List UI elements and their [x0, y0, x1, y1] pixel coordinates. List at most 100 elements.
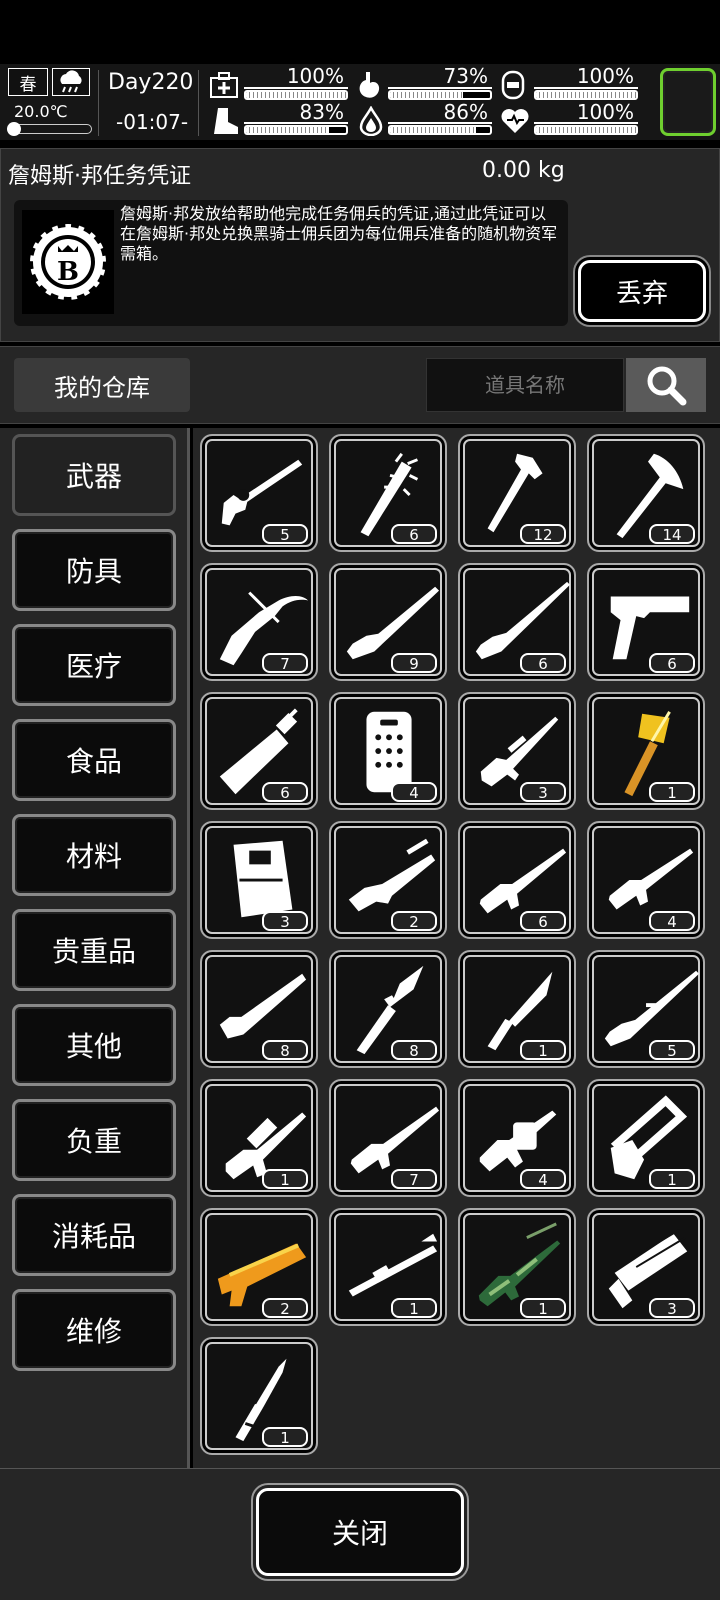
inventory-slot[interactable]: 1 — [587, 1079, 705, 1197]
search-button[interactable] — [626, 358, 706, 412]
inventory-slot[interactable]: 1 — [587, 692, 705, 810]
inventory-slot[interactable]: 6 — [458, 821, 576, 939]
stat-fill — [536, 92, 636, 98]
stat-fill — [390, 127, 476, 133]
item-count-badge: 4 — [649, 911, 695, 931]
category-tab[interactable]: 医疗 — [12, 624, 176, 706]
item-description: 詹姆斯·邦发放给帮助他完成任务佣兵的凭证,通过此凭证可以在詹姆斯·邦处兑换黑骑士… — [120, 204, 558, 263]
inventory-slot[interactable]: 3 — [458, 692, 576, 810]
category-tab[interactable]: 防具 — [12, 529, 176, 611]
item-count-badge: 3 — [520, 782, 566, 802]
item-count-badge: 5 — [649, 1040, 695, 1060]
inventory-slot[interactable]: 1 — [458, 1208, 576, 1326]
item-count-badge: 2 — [262, 1298, 308, 1318]
category-tab[interactable]: 维修 — [12, 1289, 176, 1371]
bladder-bar — [534, 90, 638, 100]
category-tab[interactable]: 消耗品 — [12, 1194, 176, 1276]
category-tab[interactable]: 材料 — [12, 814, 176, 896]
hunger-percent: 73% — [443, 64, 488, 88]
item-count-badge: 3 — [262, 911, 308, 931]
item-count-badge: 1 — [649, 1169, 695, 1189]
inventory-slot[interactable]: 14 — [587, 434, 705, 552]
item-count-badge: 12 — [520, 524, 566, 544]
category-tab[interactable]: 贵重品 — [12, 909, 176, 991]
item-count-badge: 1 — [520, 1040, 566, 1060]
item-count-badge: 1 — [391, 1298, 437, 1318]
item-count-badge: 8 — [391, 1040, 437, 1060]
inventory-slot[interactable]: 3 — [587, 1208, 705, 1326]
health-percent: 100% — [286, 64, 344, 88]
bladder-icon — [500, 70, 525, 100]
item-count-badge: 3 — [649, 1298, 695, 1318]
stamina-bar — [244, 125, 348, 135]
item-count-badge: 7 — [391, 1169, 437, 1189]
category-tab[interactable]: 武器 — [12, 434, 176, 516]
inventory-slot[interactable]: 7 — [329, 1079, 447, 1197]
token-letter: B — [57, 257, 79, 287]
category-tab[interactable]: 食品 — [12, 719, 176, 801]
item-count-badge: 9 — [391, 653, 437, 673]
inventory-slot[interactable]: 6 — [587, 563, 705, 681]
weather-rain-icon — [52, 68, 90, 96]
season-label: 春 — [19, 74, 37, 95]
item-count-badge: 6 — [262, 782, 308, 802]
inventory-slot[interactable]: 4 — [587, 821, 705, 939]
medkit-icon — [210, 72, 238, 98]
thirst-percent: 86% — [443, 100, 488, 124]
warehouse-tab[interactable]: 我的仓库 — [14, 358, 190, 412]
item-count-badge: 1 — [649, 782, 695, 802]
inventory-slot[interactable]: 1 — [200, 1079, 318, 1197]
mood-percent: 100% — [576, 100, 634, 124]
item-name: 詹姆斯·邦任务凭证 — [8, 164, 191, 189]
item-count-badge: 6 — [520, 911, 566, 931]
item-weight: 0.00 kg — [482, 158, 565, 183]
inventory-slot[interactable]: 5 — [587, 950, 705, 1068]
inventory-slot[interactable]: 8 — [329, 950, 447, 1068]
inventory-slot[interactable]: 6 — [200, 692, 318, 810]
stat-fill — [536, 127, 636, 133]
inventory-slot[interactable]: 2 — [329, 821, 447, 939]
mood-bar — [534, 125, 638, 135]
item-count-badge: 4 — [391, 782, 437, 802]
inventory-slot[interactable]: 1 — [200, 1337, 318, 1455]
close-button[interactable]: 关闭 — [256, 1488, 464, 1576]
thirst-bar — [388, 125, 492, 135]
heart-icon — [500, 108, 529, 133]
item-count-badge: 4 — [520, 1169, 566, 1189]
temperature-gauge — [7, 122, 92, 136]
inventory-slot[interactable]: 4 — [458, 1079, 576, 1197]
item-count-badge: 1 — [520, 1298, 566, 1318]
inventory-slot[interactable]: 3 — [200, 821, 318, 939]
inventory-slot[interactable]: 1 — [329, 1208, 447, 1326]
stamina-percent: 83% — [299, 100, 344, 124]
item-search-input[interactable] — [426, 358, 624, 412]
discard-button[interactable]: 丢弃 — [578, 260, 706, 322]
item-count-badge: 8 — [262, 1040, 308, 1060]
hunger-bar — [388, 90, 492, 100]
stomach-icon — [356, 70, 380, 98]
inventory-slot[interactable]: 7 — [200, 563, 318, 681]
inventory-slot[interactable]: 9 — [329, 563, 447, 681]
inventory-slot[interactable]: 12 — [458, 434, 576, 552]
inventory-slot[interactable]: 4 — [329, 692, 447, 810]
item-count-badge: 1 — [262, 1169, 308, 1189]
item-count-badge: 6 — [520, 653, 566, 673]
temperature-readout: 20.0℃ — [14, 102, 68, 121]
stat-fill — [246, 92, 346, 98]
inventory-slot[interactable]: 8 — [200, 950, 318, 1068]
inventory-slot[interactable]: 5 — [200, 434, 318, 552]
menu-button[interactable] — [660, 68, 716, 136]
inventory-slot[interactable]: 6 — [329, 434, 447, 552]
item-count-badge: 7 — [262, 653, 308, 673]
category-tab[interactable]: 负重 — [12, 1099, 176, 1181]
water-drop-icon — [358, 105, 383, 137]
clock-time: -01:07- — [116, 110, 189, 134]
inventory-slot[interactable]: 6 — [458, 563, 576, 681]
item-count-badge: 6 — [649, 653, 695, 673]
item-count-badge: 14 — [649, 524, 695, 544]
inventory-slot[interactable]: 1 — [458, 950, 576, 1068]
season-badge: 春 — [8, 68, 48, 96]
mercenary-token-icon: B — [22, 210, 114, 314]
category-tab[interactable]: 其他 — [12, 1004, 176, 1086]
inventory-slot[interactable]: 2 — [200, 1208, 318, 1326]
